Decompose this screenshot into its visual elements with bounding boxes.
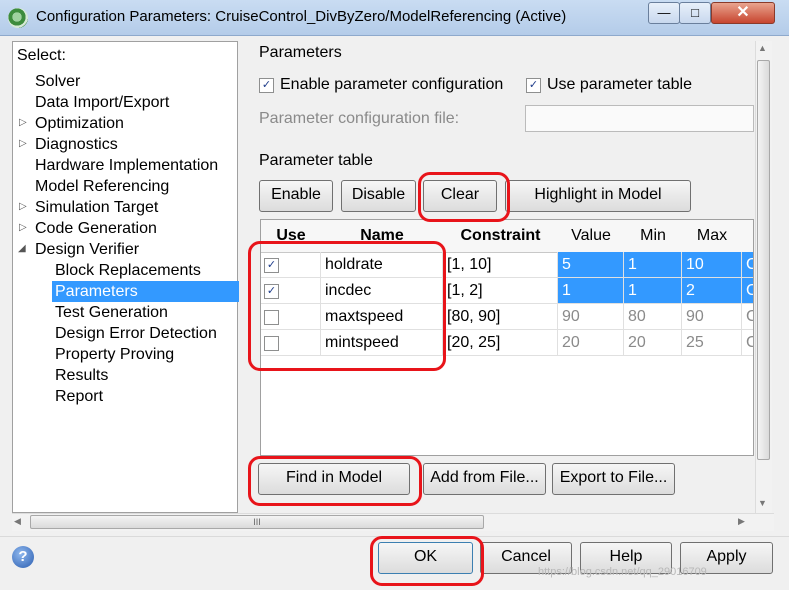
select-label: Select:	[17, 47, 66, 64]
ok-button[interactable]: OK	[378, 542, 473, 574]
tree-item-report[interactable]: Report	[55, 386, 103, 407]
expand-arrow-icon[interactable]: ▷	[19, 201, 27, 212]
table-row[interactable]: mintspeed [20, 25] 20 20 25 C	[261, 330, 753, 356]
enable-config-label: Enable parameter configuration	[280, 76, 504, 93]
use-checkbox[interactable]: ✓	[264, 258, 279, 273]
param-min: 80	[624, 304, 682, 330]
vertical-scroll-thumb[interactable]	[757, 60, 770, 460]
param-max: 10	[682, 252, 742, 278]
param-constraint[interactable]: [80, 90]	[443, 304, 558, 330]
tree-item-hardware-implementation[interactable]: Hardware Implementation	[35, 155, 218, 176]
param-name: holdrate	[321, 252, 443, 278]
param-extra: C	[742, 252, 753, 278]
param-name: incdec	[321, 278, 443, 304]
use-table-checkbox[interactable]: ✓	[526, 78, 541, 93]
tree-item-solver[interactable]: Solver	[35, 71, 80, 92]
horizontal-scroll-thumb[interactable]: III	[30, 515, 484, 529]
parameters-group-title: Parameters	[259, 44, 342, 61]
use-checkbox[interactable]	[264, 336, 279, 351]
tree-item-diagnostics[interactable]: Diagnostics	[35, 134, 118, 155]
column-header-use[interactable]: Use	[261, 220, 322, 253]
scroll-right-icon[interactable]: ▶	[738, 516, 745, 527]
find-in-model-button[interactable]: Find in Model	[258, 463, 410, 495]
tree-item-design-error-detection[interactable]: Design Error Detection	[55, 323, 217, 344]
tree-item-model-referencing[interactable]: Model Referencing	[35, 176, 169, 197]
use-checkbox[interactable]	[264, 310, 279, 325]
config-file-input[interactable]	[525, 105, 754, 132]
scroll-left-icon[interactable]: ◀	[14, 516, 21, 527]
param-value: 5	[558, 252, 624, 278]
param-constraint[interactable]: [20, 25]	[443, 330, 558, 356]
parameter-table: Use Name Constraint Value Min Max ✓ hold…	[260, 219, 754, 456]
param-min: 20	[624, 330, 682, 356]
window-title: Configuration Parameters: CruiseControl_…	[36, 8, 567, 25]
minimize-button[interactable]: —	[648, 2, 680, 24]
enable-config-checkbox[interactable]: ✓	[259, 78, 274, 93]
config-file-label: Parameter configuration file:	[259, 110, 460, 127]
parameter-table-title: Parameter table	[259, 152, 373, 169]
table-row[interactable]: ✓ holdrate [1, 10] 5 1 10 C	[261, 252, 753, 278]
disable-button[interactable]: Disable	[341, 180, 416, 212]
column-header-min[interactable]: Min	[624, 220, 683, 253]
collapse-arrow-icon[interactable]: ◢	[18, 243, 26, 254]
expand-arrow-icon[interactable]: ▷	[19, 138, 27, 149]
column-header-constraint[interactable]: Constraint	[443, 220, 559, 253]
param-constraint[interactable]: [1, 2]	[443, 278, 558, 304]
tree-item-parameters[interactable]: Parameters	[52, 281, 239, 302]
param-min: 1	[624, 252, 682, 278]
help-icon[interactable]: ?	[12, 546, 34, 568]
param-max: 90	[682, 304, 742, 330]
column-header-max[interactable]: Max	[682, 220, 743, 253]
maximize-button[interactable]: □	[679, 2, 711, 24]
param-extra: C	[742, 278, 753, 304]
tree-item-data-import-export[interactable]: Data Import/Export	[35, 92, 169, 113]
use-table-label: Use parameter table	[547, 76, 692, 93]
watermark: https://blog.csdn.net/qq_29016709	[538, 566, 707, 578]
param-value: 90	[558, 304, 624, 330]
tree-item-simulation-target[interactable]: Simulation Target	[35, 197, 158, 218]
tree-item-results[interactable]: Results	[55, 365, 108, 386]
tree-item-code-generation[interactable]: Code Generation	[35, 218, 157, 239]
column-header-value[interactable]: Value	[558, 220, 625, 253]
close-button[interactable]: ✕	[711, 2, 775, 24]
param-name: mintspeed	[321, 330, 443, 356]
table-row[interactable]: ✓ incdec [1, 2] 1 1 2 C	[261, 278, 753, 304]
tree-item-design-verifier[interactable]: Design Verifier	[35, 239, 139, 260]
param-value: 20	[558, 330, 624, 356]
tree-item-block-replacements[interactable]: Block Replacements	[55, 260, 201, 281]
scroll-down-icon[interactable]: ▼	[758, 498, 767, 508]
table-row[interactable]: maxtspeed [80, 90] 90 80 90 C	[261, 304, 753, 330]
param-max: 2	[682, 278, 742, 304]
enable-button[interactable]: Enable	[259, 180, 333, 212]
param-extra: C	[742, 330, 753, 356]
expand-arrow-icon[interactable]: ▷	[19, 117, 27, 128]
highlight-in-model-button[interactable]: Highlight in Model	[505, 180, 691, 212]
param-name: maxtspeed	[321, 304, 443, 330]
tree-item-optimization[interactable]: Optimization	[35, 113, 124, 134]
column-header-extra[interactable]	[742, 220, 753, 253]
param-extra: C	[742, 304, 753, 330]
export-to-file-button[interactable]: Export to File...	[552, 463, 675, 495]
param-value: 1	[558, 278, 624, 304]
clear-button[interactable]: Clear	[423, 180, 497, 212]
simulink-config-icon	[8, 8, 28, 28]
tree-item-test-generation[interactable]: Test Generation	[55, 302, 168, 323]
param-min: 1	[624, 278, 682, 304]
expand-arrow-icon[interactable]: ▷	[19, 222, 27, 233]
scroll-up-icon[interactable]: ▲	[758, 43, 767, 53]
column-header-name[interactable]: Name	[321, 220, 444, 253]
tree-item-property-proving[interactable]: Property Proving	[55, 344, 174, 365]
use-checkbox[interactable]: ✓	[264, 284, 279, 299]
param-constraint[interactable]: [1, 10]	[443, 252, 558, 278]
add-from-file-button[interactable]: Add from File...	[423, 463, 546, 495]
param-max: 25	[682, 330, 742, 356]
